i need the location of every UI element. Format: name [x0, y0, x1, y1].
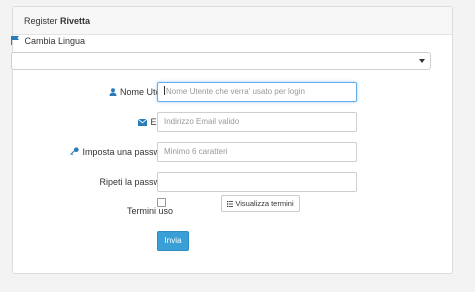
email-placeholder: Indirizzo Email valido [164, 117, 240, 126]
terms-label-text: Termini uso [126, 206, 173, 216]
panel-title: Register Rivetta [24, 16, 90, 26]
submit-label: Invia [164, 236, 182, 245]
submit-button[interactable]: Invia [157, 231, 189, 251]
register-panel: Register Rivetta [12, 6, 453, 274]
repeat-password-input[interactable] [157, 172, 357, 192]
text-cursor [164, 86, 165, 95]
username-input[interactable]: Nome Utente che verra' usato per login [157, 82, 357, 102]
view-terms-label: Visualizza termini [235, 199, 294, 208]
flag-icon [11, 36, 19, 45]
language-select[interactable] [11, 52, 431, 70]
language-label-text: Cambia Lingua [24, 36, 86, 46]
user-icon [109, 88, 117, 96]
app-name: Rivetta [60, 16, 91, 26]
terms-checkbox[interactable] [157, 198, 166, 207]
password-placeholder: Minimo 6 caratteri [164, 147, 228, 156]
language-label: Cambia Lingua [11, 36, 85, 46]
envelope-icon [138, 119, 148, 126]
title-prefix: Register [24, 16, 58, 26]
chevron-down-icon [419, 59, 425, 63]
view-terms-button[interactable]: Visualizza termini [221, 195, 300, 212]
password-input[interactable]: Minimo 6 caratteri [157, 142, 357, 162]
email-input[interactable]: Indirizzo Email valido [157, 112, 357, 132]
terms-label: Termini uso [127, 206, 173, 216]
list-icon [227, 201, 234, 207]
username-placeholder: Nome Utente che verra' usato per login [166, 87, 305, 96]
panel-header: Register Rivetta [13, 7, 452, 35]
key-icon [70, 147, 80, 156]
